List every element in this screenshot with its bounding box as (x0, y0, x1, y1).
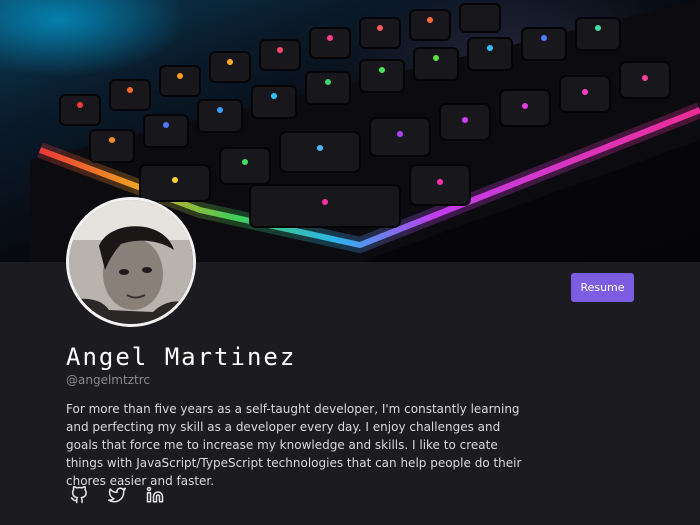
resume-button[interactable]: Resume (571, 273, 634, 302)
profile-handle: @angelmtztrc (66, 373, 150, 387)
github-icon[interactable] (70, 485, 88, 504)
profile-name: Angel Martinez (66, 343, 297, 371)
avatar (66, 197, 196, 327)
linkedin-icon[interactable] (146, 486, 164, 504)
twitter-icon[interactable] (108, 486, 126, 504)
profile-bio: For more than five years as a self-taugh… (66, 402, 522, 488)
social-links (70, 485, 164, 504)
